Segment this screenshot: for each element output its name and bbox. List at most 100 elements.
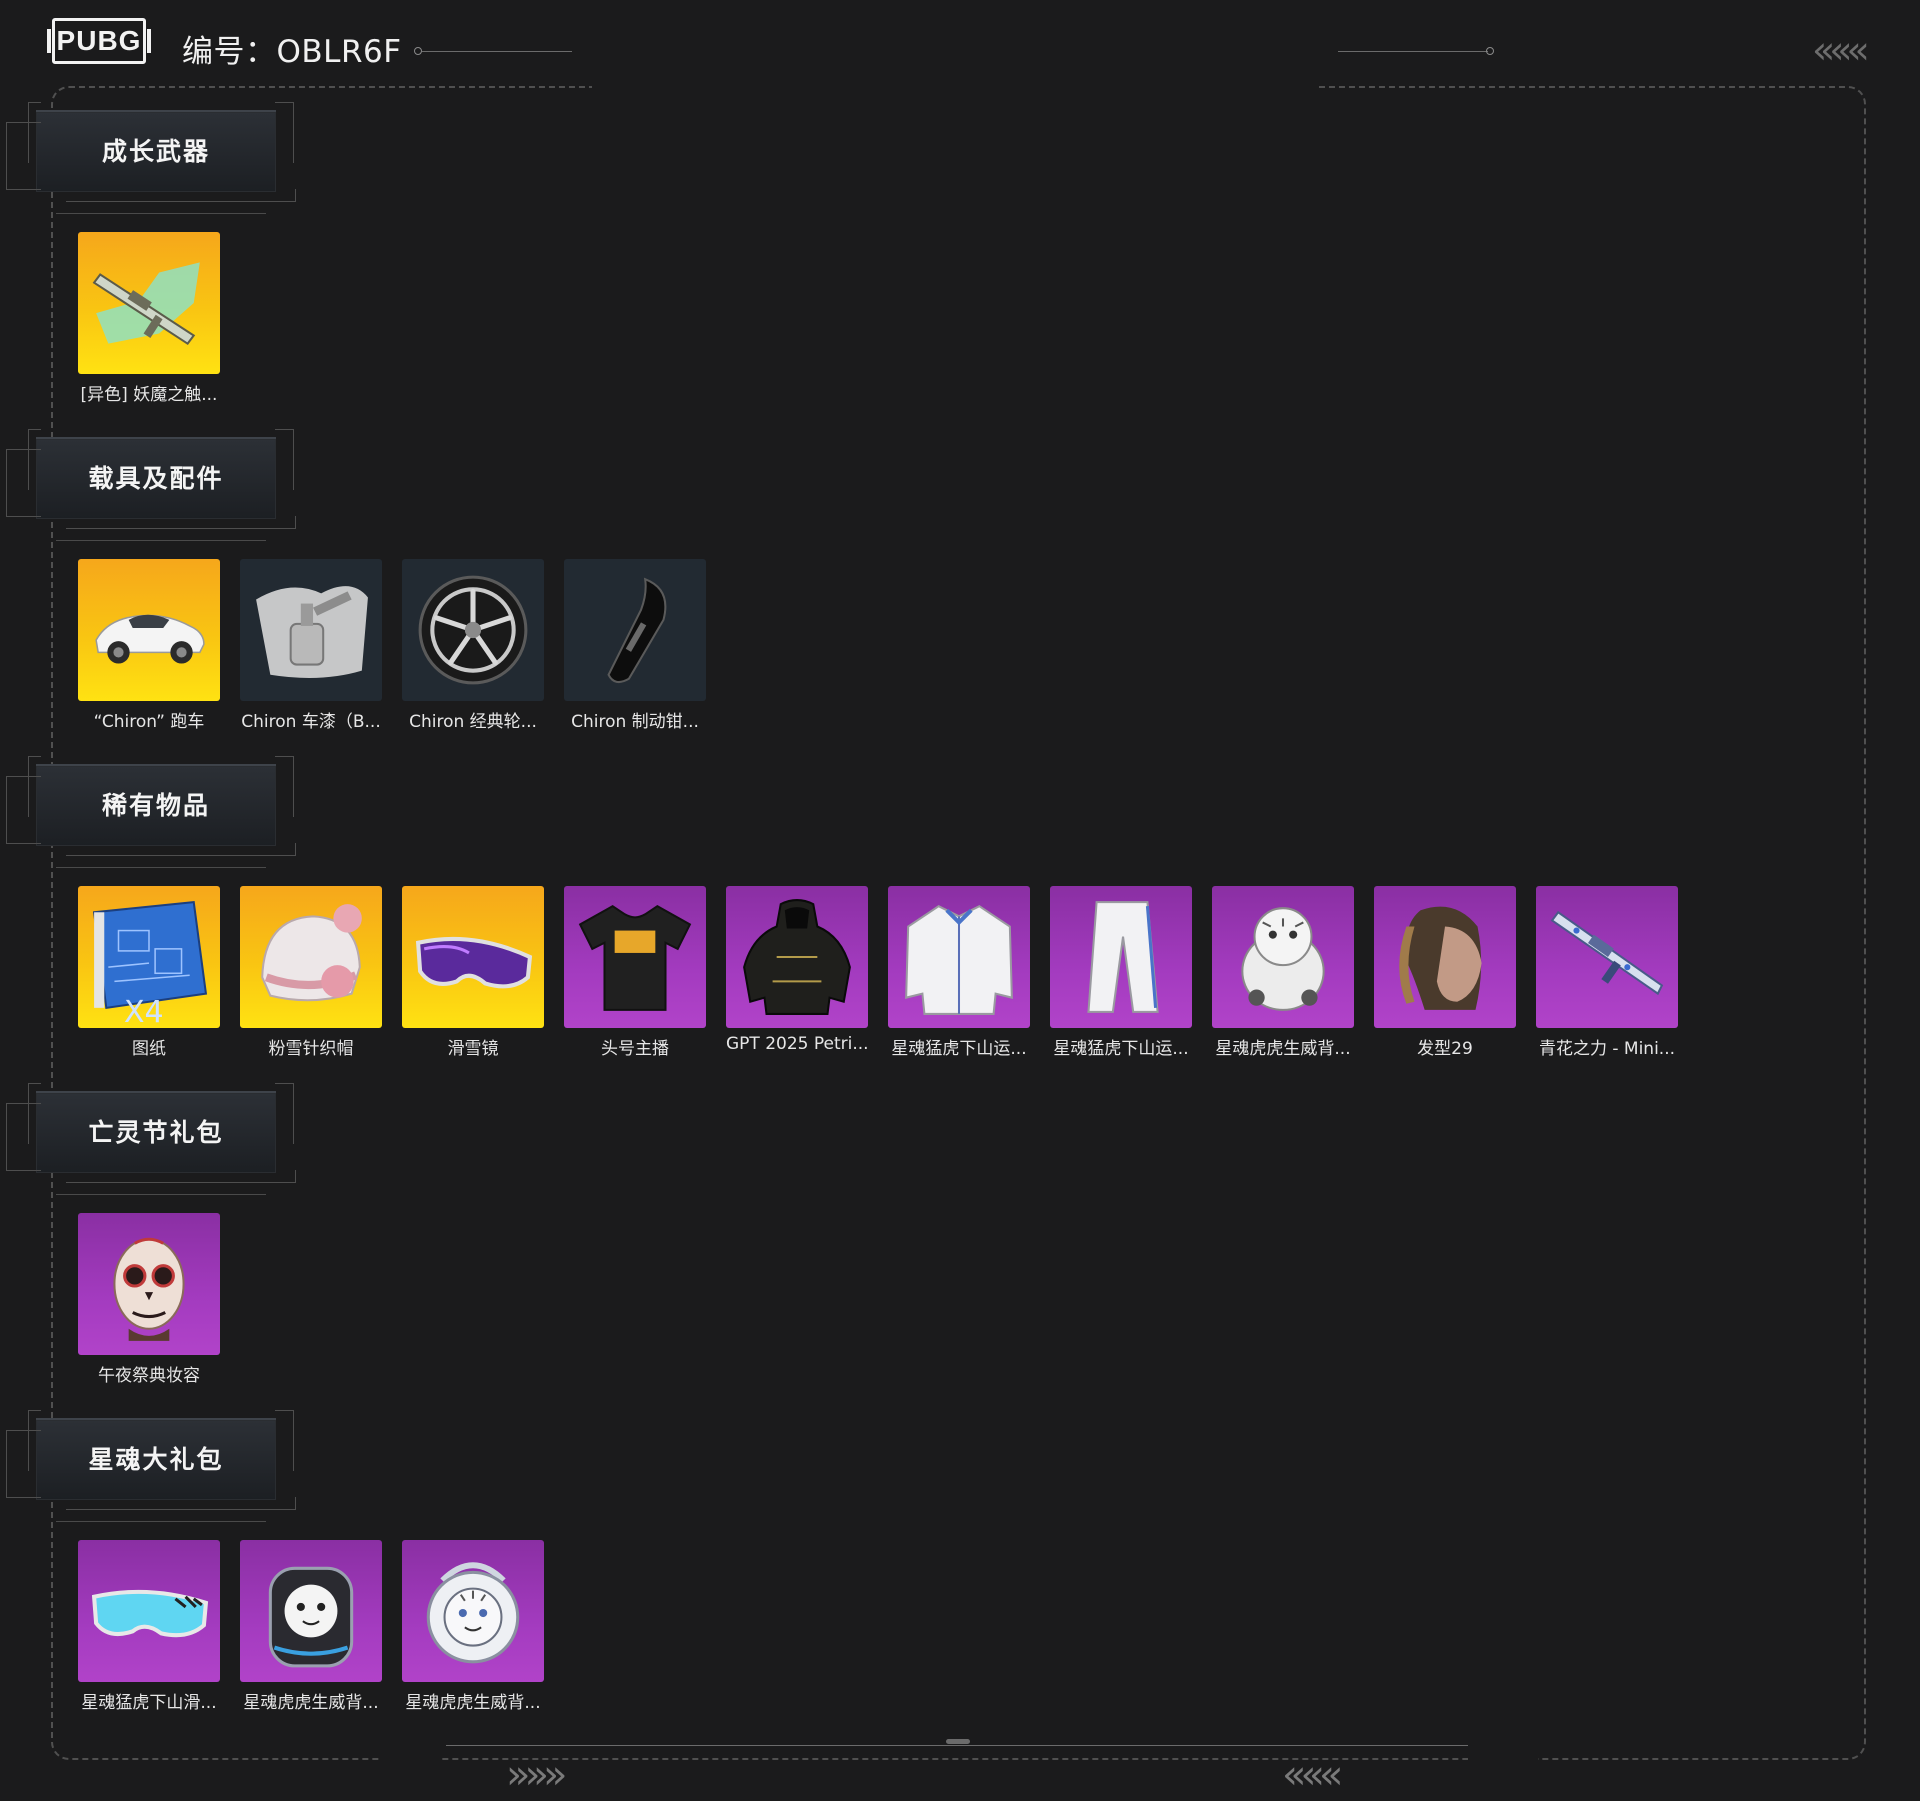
inventory-item[interactable]: Chiron 车漆（B... [240,559,382,732]
account-code: 编号：OBLR6F [182,34,402,70]
item-label: [异色] 妖魔之触... [80,385,218,405]
item-label: 头号主播 [601,1039,669,1059]
tiger-backpack-icon [268,1566,354,1668]
item-tile[interactable] [402,1540,544,1682]
pubg-logo: PUBG [47,18,151,64]
inventory-item[interactable]: 星魂猛虎下山运... [888,886,1030,1059]
item-tile[interactable] [240,1540,382,1682]
item-tile[interactable] [564,886,706,1028]
item-label: 星魂猛虎下山滑... [81,1693,217,1713]
inventory-item[interactable]: 星魂猛虎下山滑... [78,1540,220,1713]
goggles-icon [415,936,533,989]
item-tile[interactable] [1212,886,1354,1028]
tiger-backpack-icon [426,1562,520,1664]
section-header: 星魂大礼包 [6,1410,296,1522]
chevron-left-icon: ««« [1812,28,1870,72]
item-label: 星魂猛虎下山运... [891,1039,1027,1059]
car-icon [95,614,205,664]
item-tile[interactable] [240,886,382,1028]
item-tile[interactable] [564,559,706,701]
bottom-divider [446,1745,1468,1746]
inventory-item[interactable]: 午夜祭典妆容 [78,1213,220,1386]
inventory-item[interactable]: [异色] 妖魔之触... [78,232,220,405]
frame-gap [1468,1752,1538,1766]
inventory-item[interactable]: 青花之力 - Mini... [1536,886,1678,1059]
tshirt-icon [578,904,692,1011]
item-label: 发型29 [1417,1039,1473,1059]
item-label: 星魂虎虎生威背... [405,1693,541,1713]
item-label: 星魂虎虎生威背... [1215,1039,1351,1059]
scroll-handle[interactable] [946,1739,970,1744]
item-label: Chiron 经典轮... [409,712,537,732]
inventory-item[interactable]: 头号主播 [564,886,706,1059]
section-header: 亡灵节礼包 [6,1083,296,1195]
quantity-badge: X4 [124,995,164,1028]
inventory-item[interactable]: 发型29 [1374,886,1516,1059]
frame-gap [592,80,1318,94]
section-title: 亡灵节礼包 [88,1118,224,1147]
line-node-icon [414,47,422,55]
goggles-icon [91,1589,209,1638]
header-divider-left [422,51,572,52]
item-label: GPT 2025 Petri... [726,1034,869,1054]
item-label: 青花之力 - Mini... [1538,1039,1676,1059]
item-label: 午夜祭典妆容 [98,1366,200,1386]
chevron-left-icon: ««« [1282,1752,1343,1798]
item-tile[interactable] [402,559,544,701]
item-tile[interactable] [726,886,868,1028]
rifle-icon [92,262,200,346]
inventory-item[interactable]: 滑雪镜 [402,886,544,1059]
rifle-icon [1550,910,1664,996]
chevron-right-icon: »»» [506,1752,567,1798]
inventory-item[interactable]: 星魂虎虎生威背... [1212,886,1354,1059]
item-tile[interactable] [1050,886,1192,1028]
item-label: 图纸 [132,1039,166,1059]
pants-icon [1087,901,1159,1013]
frame-gap [380,1752,440,1766]
header-divider-right [1338,51,1488,52]
item-tile[interactable]: X4 [78,886,220,1028]
wheel-icon [418,575,528,685]
inventory-item[interactable]: GPT 2025 Petri... [726,886,869,1054]
section-title: 星魂大礼包 [88,1445,224,1474]
item-tile[interactable] [402,886,544,1028]
line-node-icon [1486,47,1494,55]
item-label: 滑雪镜 [447,1039,499,1059]
item-tile[interactable] [78,1540,220,1682]
inventory-item[interactable]: 星魂猛虎下山运... [1050,886,1192,1059]
section-header: 载具及配件 [6,429,296,541]
item-tile[interactable] [78,559,220,701]
brake-caliper-icon [607,577,667,684]
section-title: 载具及配件 [88,464,224,493]
hooded-jacket-icon [743,899,851,1015]
section-header: 稀有物品 [6,756,296,868]
inventory-item[interactable]: 星魂虎虎生威背... [402,1540,544,1713]
beanie-icon [261,904,362,1002]
inventory-item[interactable]: Chiron 经典轮... [402,559,544,732]
inventory-item[interactable]: “Chiron” 跑车 [78,559,220,732]
item-tile[interactable] [240,559,382,701]
paint-spray-icon [256,586,368,678]
tiger-backpack-icon [1241,907,1325,1011]
item-tile[interactable] [78,1213,220,1355]
skull-face-icon [113,1237,185,1341]
item-tile[interactable] [888,886,1030,1028]
inventory-item[interactable]: 星魂虎虎生威背... [240,1540,382,1713]
inventory-item[interactable]: Chiron 制动钳... [564,559,706,732]
inventory-item[interactable]: X4 图纸 [78,886,220,1059]
section-header: 成长武器 [6,102,296,214]
section-title: 稀有物品 [101,791,210,820]
jacket-icon [905,904,1013,1015]
inventory-item[interactable]: 粉雪针织帽 [240,886,382,1059]
item-tile[interactable] [1536,886,1678,1028]
item-label: Chiron 车漆（B... [241,712,381,732]
section-title: 成长武器 [101,137,210,166]
item-label: 星魂虎虎生威背... [243,1693,379,1713]
item-label: Chiron 制动钳... [571,712,699,732]
item-tile[interactable] [1374,886,1516,1028]
item-tile[interactable] [78,232,220,374]
item-label: “Chiron” 跑车 [93,712,205,732]
hairstyle-icon [1399,906,1482,1010]
item-label: 粉雪针织帽 [268,1039,354,1059]
item-label: 星魂猛虎下山运... [1053,1039,1189,1059]
